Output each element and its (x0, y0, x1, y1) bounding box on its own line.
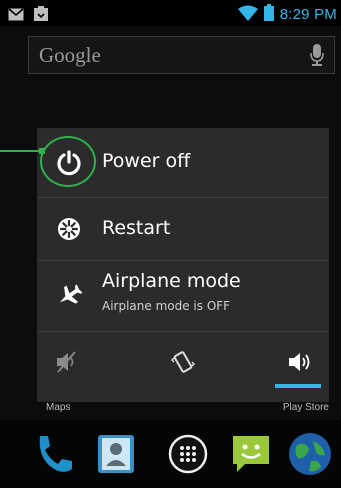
airplane-icon (49, 276, 89, 316)
search-placeholder: Google (39, 43, 101, 67)
sound-mode-selector (37, 332, 329, 402)
sound-on-mode-button[interactable] (273, 346, 325, 382)
vibrate-icon (170, 350, 196, 378)
phone-icon[interactable] (28, 428, 80, 480)
wifi-icon (237, 5, 258, 25)
airplane-mode-status: Airplane mode is OFF (102, 299, 231, 313)
power-off-label: Power off (102, 150, 191, 172)
app-drawer-icon[interactable] (162, 428, 214, 480)
silent-mode-button[interactable] (41, 346, 93, 382)
restart-icon (49, 209, 89, 249)
browser-icon[interactable] (284, 428, 336, 480)
battery-icon (263, 4, 274, 25)
messaging-icon[interactable] (225, 428, 277, 480)
vibrate-mode-button[interactable] (157, 346, 209, 382)
selected-mode-indicator (275, 384, 321, 388)
status-bar: 8:29 PM (0, 0, 341, 26)
status-time: 8:29 PM (279, 6, 337, 23)
maps-label: Maps (46, 402, 71, 413)
google-search-bar[interactable]: Google (28, 36, 335, 74)
play-store-label: Play Store (282, 402, 329, 413)
annotation-highlight-circle (40, 136, 96, 187)
contacts-icon[interactable] (90, 428, 142, 480)
dock (0, 420, 341, 488)
silent-icon (55, 351, 79, 377)
annotation-line (0, 150, 44, 152)
gmail-icon (8, 6, 24, 25)
restart-option[interactable]: Restart (37, 198, 329, 260)
airplane-mode-label: Airplane mode (102, 270, 241, 292)
airplane-mode-option[interactable]: Airplane mode Airplane mode is OFF (37, 261, 329, 331)
download-notification-icon (34, 6, 48, 25)
sound-on-icon (287, 351, 311, 377)
microphone-icon[interactable] (310, 44, 324, 70)
restart-label: Restart (102, 217, 171, 239)
